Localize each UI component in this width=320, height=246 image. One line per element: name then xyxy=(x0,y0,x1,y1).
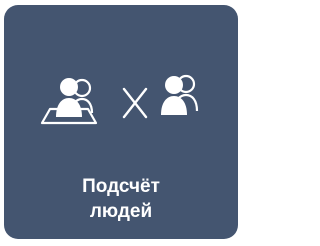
tile-background: Подсчёт людей xyxy=(4,5,238,239)
people-counting-tile[interactable]: Подсчёт людей xyxy=(1,2,241,242)
people-group-icon xyxy=(161,74,199,115)
people-counting-icon-svg xyxy=(40,74,199,125)
tile-icon-group xyxy=(4,65,238,135)
cross-icon xyxy=(122,87,148,119)
tile-label-line1: Подсчёт xyxy=(82,176,160,197)
tile-label-line2: людей xyxy=(89,201,153,222)
people-on-area-icon xyxy=(40,78,98,125)
